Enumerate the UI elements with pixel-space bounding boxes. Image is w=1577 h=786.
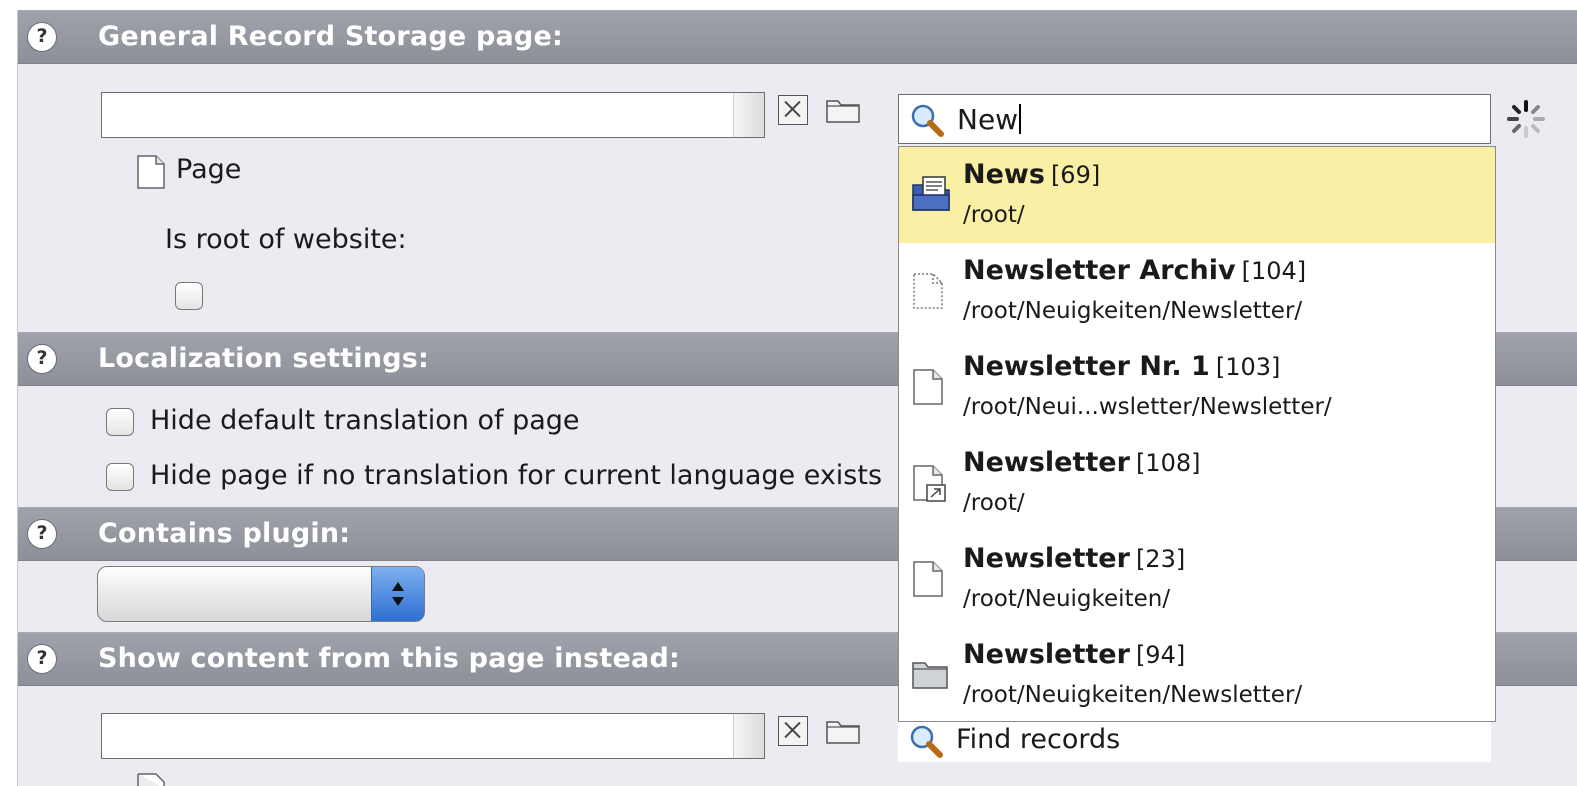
- field-resize-grip[interactable]: [733, 93, 764, 137]
- result-title: Newsletter [23]: [963, 543, 1186, 574]
- help-icon[interactable]: ?: [27, 22, 57, 52]
- select-arrows[interactable]: [371, 567, 424, 621]
- record-search-input[interactable]: New: [898, 94, 1491, 144]
- search-value[interactable]: New: [957, 103, 1022, 136]
- search-icon: [911, 104, 944, 137]
- result-item[interactable]: Newsletter Nr. 1 [103] /root/Neui...wslet…: [899, 339, 1495, 435]
- result-title: News [69]: [963, 159, 1101, 190]
- help-icon[interactable]: ?: [27, 519, 57, 549]
- top-strip: [0, 0, 1577, 10]
- storage-page-field[interactable]: [101, 92, 765, 138]
- page-type-label: Page: [176, 154, 242, 185]
- page-icon: [913, 369, 943, 405]
- clear-selection-button[interactable]: [778, 716, 808, 746]
- result-item[interactable]: Newsletter [94] /root/Neuigkeiten/Newslet…: [899, 627, 1495, 723]
- result-path: /root/: [963, 490, 1025, 516]
- result-item[interactable]: Newsletter Archiv [104] /root/Neuigkeiten…: [899, 243, 1495, 339]
- folder-icon: [912, 662, 948, 689]
- loading-spinner-icon: [1507, 100, 1545, 138]
- text-caret: [1019, 104, 1022, 134]
- news-folder-icon: [912, 176, 950, 211]
- hide-default-translation-label: Hide default translation of page: [150, 405, 580, 436]
- left-border: [0, 10, 18, 786]
- hide-if-no-translation-checkbox[interactable]: [106, 463, 134, 491]
- search-results-list: News [69] /root/ Newsletter Archiv [104] /…: [898, 146, 1496, 722]
- result-item[interactable]: Newsletter [108] /root/: [899, 435, 1495, 531]
- up-down-arrows-icon: [392, 582, 404, 606]
- result-path: /root/Neuigkeiten/Newsletter/: [963, 682, 1303, 708]
- result-title: Newsletter Archiv [104]: [963, 255, 1307, 286]
- shortcut-page-icon: [913, 465, 946, 502]
- section-header-general: ? General Record Storage page:: [18, 10, 1577, 64]
- contains-plugin-select[interactable]: [97, 566, 425, 622]
- hidden-page-icon: [913, 273, 943, 309]
- clear-selection-button[interactable]: [778, 95, 808, 125]
- hide-if-no-translation-label: Hide page if no translation for current …: [150, 460, 883, 491]
- field-resize-grip[interactable]: [733, 714, 764, 758]
- help-icon[interactable]: ?: [27, 344, 57, 374]
- page-type-icon: [137, 155, 165, 189]
- result-path: /root/Neui...wsletter/Newsletter/: [963, 394, 1332, 420]
- result-item[interactable]: Newsletter [23] /root/Neuigkeiten/: [899, 531, 1495, 627]
- page-icon: [913, 561, 943, 597]
- section-title: Localization settings:: [98, 343, 430, 374]
- browse-folder-icon[interactable]: [825, 95, 863, 125]
- section-title: General Record Storage page:: [98, 21, 563, 52]
- result-path: /root/: [963, 202, 1025, 228]
- find-records-placeholder: Find records: [956, 724, 1121, 755]
- hide-default-translation-checkbox[interactable]: [106, 408, 134, 436]
- result-path: /root/Neuigkeiten/: [963, 586, 1171, 612]
- result-title: Newsletter [108]: [963, 447, 1201, 478]
- is-root-checkbox[interactable]: [175, 282, 203, 310]
- result-title: Newsletter [94]: [963, 639, 1186, 670]
- result-title: Newsletter Nr. 1 [103]: [963, 351, 1281, 382]
- help-icon[interactable]: ?: [27, 644, 57, 674]
- section-title: Show content from this page instead:: [98, 643, 680, 674]
- result-item[interactable]: News [69] /root/: [899, 147, 1495, 243]
- page: ? General Record Storage page: Page Is r…: [0, 0, 1577, 786]
- section-title: Contains plugin:: [98, 518, 351, 549]
- search-icon: [910, 725, 943, 758]
- find-records-input[interactable]: Find records: [898, 722, 1491, 762]
- page-type-icon: [137, 773, 165, 786]
- is-root-label: Is root of website:: [165, 224, 407, 255]
- browse-folder-icon[interactable]: [825, 716, 863, 746]
- show-content-page-field[interactable]: [101, 713, 765, 759]
- result-path: /root/Neuigkeiten/Newsletter/: [963, 298, 1303, 324]
